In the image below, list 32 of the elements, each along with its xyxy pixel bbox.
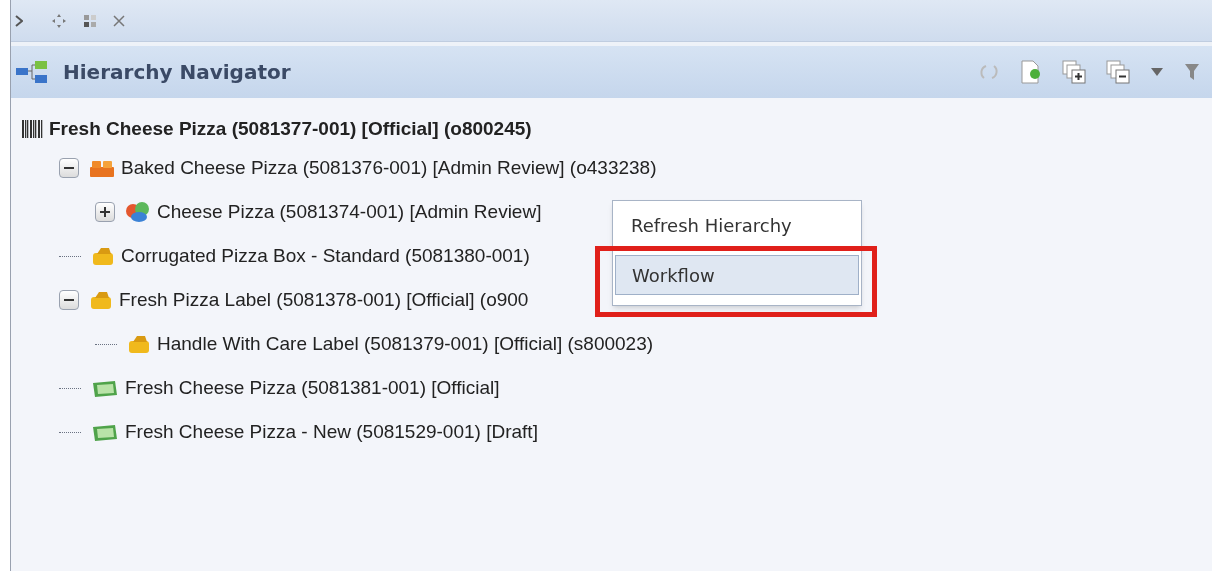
grid-icon[interactable] bbox=[83, 13, 97, 28]
tree-item[interactable]: Corrugated Pizza Box - Standard (5081380-001) bbox=[121, 241, 530, 271]
expand-all-icon[interactable] bbox=[1062, 60, 1086, 84]
filter-icon[interactable] bbox=[1184, 62, 1200, 82]
tree-item[interactable]: Handle With Care Label (5081379-001) [Official] (s800023) bbox=[157, 329, 654, 359]
menu-item[interactable]: Refresh Hierarchy bbox=[615, 205, 859, 245]
package-icon bbox=[89, 290, 113, 310]
expand-button[interactable] bbox=[95, 202, 115, 222]
tree-item[interactable]: Fresh Cheese Pizza (5081377-001) [Official] (o800245) bbox=[49, 114, 532, 144]
chevron-icon[interactable] bbox=[15, 14, 23, 27]
export-document-icon[interactable] bbox=[1020, 60, 1042, 84]
close-icon[interactable] bbox=[113, 14, 125, 27]
people-icon bbox=[125, 201, 151, 223]
panel-title: Hierarchy Navigator bbox=[63, 59, 291, 86]
crate-icon bbox=[91, 378, 119, 398]
package-icon bbox=[91, 246, 115, 266]
tree-item[interactable]: Baked Cheese Pizza (5081376-001) [Admin Review] (o433238) bbox=[121, 153, 657, 183]
plus-icon bbox=[99, 206, 111, 218]
bricks-icon bbox=[89, 158, 115, 178]
collapse-all-icon[interactable] bbox=[1106, 60, 1130, 84]
menu-item[interactable]: Workflow bbox=[615, 255, 859, 295]
tree-item[interactable]: Cheese Pizza (5081374-001) [Admin Review] bbox=[157, 197, 542, 227]
barcode-icon bbox=[21, 119, 43, 139]
dropdown-icon[interactable] bbox=[1150, 67, 1164, 77]
tree-item[interactable]: Fresh Cheese Pizza (5081381-001) [Official] bbox=[125, 373, 500, 403]
collapse-button[interactable] bbox=[59, 158, 79, 178]
tree-item[interactable]: Fresh Cheese Pizza - New (5081529-001) [Draft] bbox=[125, 417, 538, 447]
crate-icon bbox=[91, 422, 119, 442]
package-icon bbox=[127, 334, 151, 354]
tree-item[interactable]: Fresh Pizza Label (5081378-001) [Official] (o900 bbox=[119, 285, 529, 315]
move-icon[interactable] bbox=[51, 12, 67, 29]
collapse-button[interactable] bbox=[59, 290, 79, 310]
